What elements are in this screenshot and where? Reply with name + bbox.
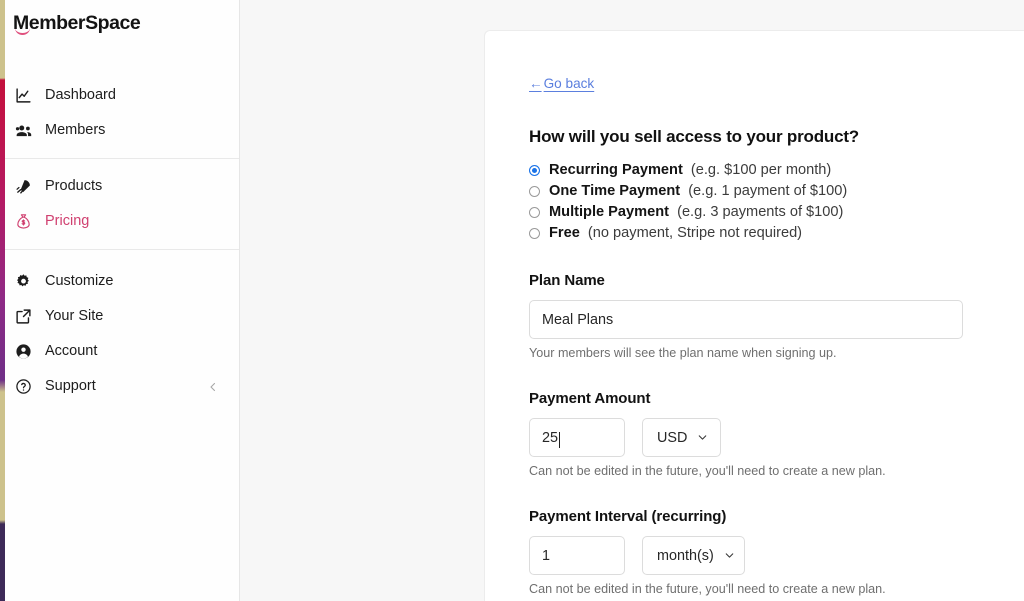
payment-amount-input[interactable]: 25 (529, 418, 625, 457)
main-content: ← Go back How will you sell access to yo… (240, 0, 1024, 601)
payment-amount-value: 25 (542, 429, 559, 446)
plan-name-helper: Your members will see the plan name when… (529, 346, 837, 360)
money-bag-icon (15, 213, 37, 231)
sidebar-item-label: Dashboard (45, 87, 116, 104)
sidebar-item-label: Support (45, 378, 96, 395)
sidebar-item-account[interactable]: Account (0, 334, 239, 369)
payment-interval-row: 1 month(s) (529, 536, 1024, 575)
sidebar-item-label: Members (45, 122, 106, 139)
sidebar-item-label: Products (45, 178, 103, 195)
sidebar-item-label: Account (45, 343, 98, 360)
app-root: MemberSpace Dashboard Members Products P… (0, 0, 1024, 601)
plan-name-value: Meal Plans (542, 311, 614, 328)
question-circle-icon (15, 378, 37, 396)
rocket-icon (15, 178, 37, 196)
radio-option-label: Free (549, 225, 580, 241)
go-back-label: Go back (543, 76, 595, 91)
chevron-down-icon (696, 431, 709, 444)
user-circle-icon (15, 343, 37, 361)
plan-name-label: Plan Name (529, 272, 605, 289)
payment-interval-value: 1 (542, 547, 551, 564)
sidebar-divider (0, 249, 239, 250)
payment-options-group: Recurring Payment (e.g. $100 per month) … (529, 162, 1024, 242)
sidebar: MemberSpace Dashboard Members Products P… (0, 0, 240, 601)
radio-option-label: Recurring Payment (549, 162, 683, 178)
payment-amount-row: 25 USD (529, 418, 1024, 457)
radio-option-hint: (e.g. $100 per month) (690, 162, 832, 178)
sidebar-group-settings: Customize Your Site Account Support (0, 260, 239, 404)
sidebar-item-label: Your Site (45, 308, 104, 325)
interval-unit-value: month(s) (657, 547, 714, 564)
gear-icon (15, 273, 37, 291)
payment-amount-label: Payment Amount (529, 390, 651, 407)
sidebar-item-customize[interactable]: Customize (0, 264, 239, 299)
chevron-left-icon[interactable] (207, 381, 219, 393)
sidebar-group-catalog: Products Pricing (0, 169, 239, 239)
payment-interval-helper: Can not be edited in the future, you'll … (529, 582, 886, 596)
arrow-left-icon: ← (529, 76, 543, 91)
text-caret (559, 431, 561, 448)
sidebar-divider (0, 158, 239, 159)
sidebar-item-dashboard[interactable]: Dashboard (0, 78, 239, 113)
plan-name-input[interactable]: Meal Plans (529, 300, 963, 339)
radio-option-label: One Time Payment (549, 183, 681, 199)
external-link-icon (15, 308, 37, 326)
payment-interval-label: Payment Interval (recurring) (529, 508, 727, 525)
sidebar-item-pricing[interactable]: Pricing (0, 204, 239, 239)
payment-interval-input[interactable]: 1 (529, 536, 625, 575)
sidebar-item-your-site[interactable]: Your Site (0, 299, 239, 334)
sidebar-item-label: Pricing (45, 213, 90, 230)
radio-option-hint: (e.g. 1 payment of $100) (688, 183, 848, 199)
sidebar-item-products[interactable]: Products (0, 169, 239, 204)
people-group-icon (15, 122, 37, 140)
radio-indicator (529, 186, 540, 197)
radio-multiple-payment[interactable]: Multiple Payment (e.g. 3 payments of $10… (529, 204, 1024, 221)
radio-option-label: Multiple Payment (549, 204, 670, 220)
payment-amount-helper: Can not be edited in the future, you'll … (529, 464, 886, 478)
radio-option-hint: (no payment, Stripe not required) (587, 225, 803, 241)
radio-one-time-payment[interactable]: One Time Payment (e.g. 1 payment of $100… (529, 183, 1024, 200)
currency-value: USD (657, 429, 688, 446)
radio-free[interactable]: Free (no payment, Stripe not required) (529, 225, 1024, 242)
plan-form-card: ← Go back How will you sell access to yo… (484, 30, 1024, 601)
radio-recurring-payment[interactable]: Recurring Payment (e.g. $100 per month) (529, 162, 1024, 179)
radio-indicator (529, 165, 540, 176)
sidebar-item-members[interactable]: Members (0, 113, 239, 148)
brand-gradient-stripe (0, 0, 5, 601)
currency-select[interactable]: USD (642, 418, 721, 457)
sidebar-item-label: Customize (45, 273, 114, 290)
radio-option-hint: (e.g. 3 payments of $100) (677, 204, 844, 220)
logo-text: MemberSpace (13, 12, 141, 35)
sidebar-item-support[interactable]: Support (0, 369, 239, 404)
interval-unit-select[interactable]: month(s) (642, 536, 745, 575)
chevron-down-icon (723, 549, 736, 562)
chart-line-icon (15, 87, 37, 105)
radio-indicator (529, 228, 540, 239)
page-title: How will you sell access to your product… (529, 127, 859, 146)
logo[interactable]: MemberSpace (0, 0, 239, 48)
sidebar-group-primary: Dashboard Members (0, 78, 239, 148)
go-back-link[interactable]: ← Go back (529, 76, 594, 91)
radio-indicator (529, 207, 540, 218)
